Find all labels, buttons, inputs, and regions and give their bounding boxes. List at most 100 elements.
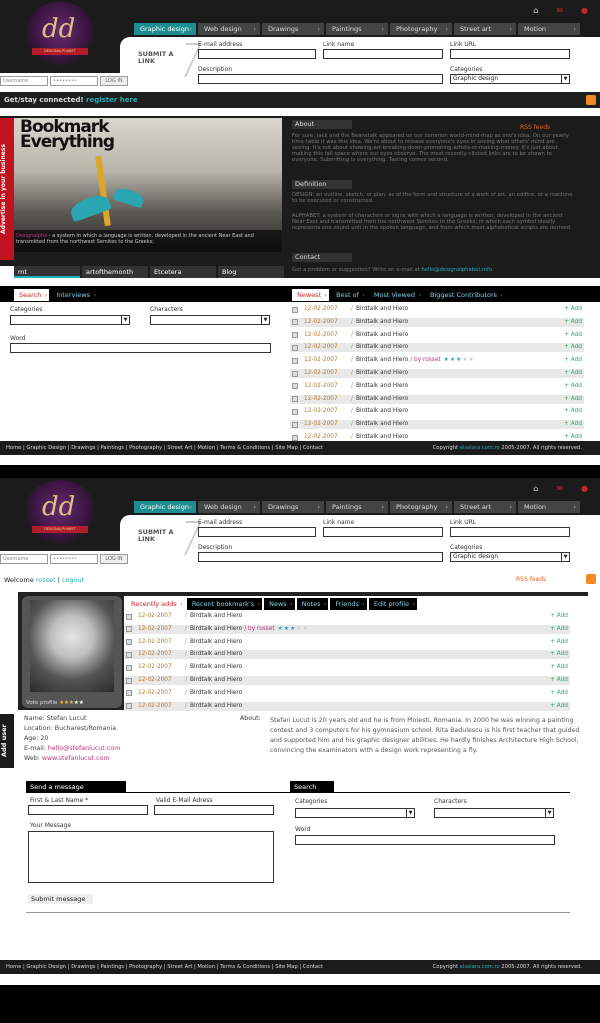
footer-link[interactable]: Photography [129, 964, 162, 970]
linkname-input[interactable] [323, 527, 443, 537]
home-icon[interactable]: ⌂ [533, 6, 538, 15]
tab-mt[interactable]: mt [14, 266, 80, 278]
footer-link[interactable]: Home [6, 964, 21, 970]
list-item[interactable]: 12-02-2007/Birdtalk and Hiero + Add [124, 650, 570, 660]
item-title[interactable]: Birdtalk and Hiero [356, 395, 408, 404]
footer-link[interactable]: Street Art [167, 964, 192, 970]
add-link[interactable]: + Add [564, 407, 582, 416]
tab-etcetera[interactable]: Etcetera [150, 266, 216, 278]
item-title[interactable]: Birdtalk and Hiero [190, 625, 242, 634]
username-input[interactable]: Username [0, 76, 48, 86]
item-title[interactable]: Birdtalk and Hiero [190, 676, 242, 685]
item-title[interactable]: Birdtalk and Hiero [356, 343, 408, 352]
item-author[interactable]: / by rosset [244, 625, 274, 634]
footer-link[interactable]: Home [6, 445, 21, 451]
checkbox[interactable] [292, 383, 298, 390]
category-photography[interactable]: Photography [390, 23, 452, 35]
linkname-input[interactable] [323, 49, 443, 59]
hero-image[interactable]: Bookmark Everything Designalpha - a syst… [14, 118, 282, 252]
item-title[interactable]: Birdtalk and Hiero [356, 382, 408, 391]
item-title[interactable]: Birdtalk and Hiero [190, 612, 242, 621]
footer-link[interactable]: Drawings [71, 964, 95, 970]
footer-link[interactable]: Contact [303, 964, 323, 970]
category-motion[interactable]: Motion [518, 501, 580, 513]
add-link[interactable]: + Add [550, 702, 568, 711]
vote-profile[interactable]: Vote profile ★★★★★ [26, 700, 84, 706]
footer-link[interactable]: Street Art [167, 445, 192, 451]
tab-notes[interactable]: Notes [296, 598, 329, 610]
list-item[interactable]: 12-02-2007/Birdtalk and Hiero + Add [124, 663, 570, 673]
username-input[interactable]: Username [0, 554, 48, 564]
footer-link[interactable]: Photography [129, 445, 162, 451]
checkbox[interactable] [126, 690, 132, 697]
search-word-input[interactable] [10, 343, 271, 353]
user-icon[interactable]: ● [581, 6, 588, 15]
add-link[interactable]: + Add [564, 382, 582, 391]
checkbox[interactable] [126, 639, 132, 646]
category-web-design[interactable]: Web design [198, 23, 260, 35]
category-paintings[interactable]: Paintings [326, 23, 388, 35]
tab-search-profile[interactable]: Search [290, 781, 334, 793]
advertise-tab[interactable]: Advertise in your business [0, 118, 14, 260]
rating-stars[interactable]: ★★★★★ [444, 356, 475, 365]
list-item[interactable]: 12-02-2007/Birdtalk and Hiero + Add [124, 688, 570, 698]
submit-message-button[interactable]: Submit message [28, 894, 94, 904]
linkurl-input[interactable] [450, 49, 570, 59]
footer-link[interactable]: Graphic Design [26, 445, 66, 451]
footer-link[interactable]: Paintings [101, 445, 125, 451]
register-link[interactable]: register here [86, 96, 138, 104]
list-item[interactable]: 12-02-2007/Birdtalk and Hiero + Add [290, 420, 584, 430]
mail-icon[interactable]: ✉ [556, 6, 563, 15]
item-title[interactable]: Birdtalk and Hiero [190, 650, 242, 659]
list-item[interactable]: 12-02-2007/Birdtalk and Hiero + Add [124, 612, 570, 621]
footer-link[interactable]: Motion [197, 445, 215, 451]
web-link[interactable]: www.stefanlucut.com [42, 755, 110, 762]
contact-email[interactable]: hello@designalphabet.info [421, 267, 492, 273]
site-logo[interactable]: dd DESIGNALPHABET [24, 2, 96, 66]
list-item[interactable]: 12-02-2007/Birdtalk and Hiero + Add [290, 381, 584, 391]
checkbox[interactable] [126, 664, 132, 671]
tab-blog[interactable]: Blog [218, 266, 284, 278]
item-title[interactable]: Birdtalk and Hiero [356, 305, 408, 314]
footer-link[interactable]: Contact [303, 445, 323, 451]
linkurl-input[interactable] [450, 527, 570, 537]
list-item[interactable]: 12-02-2007/Birdtalk and Hiero / by rosset… [290, 356, 584, 366]
item-title[interactable]: Birdtalk and Hiero [356, 420, 408, 429]
email-input[interactable] [198, 527, 316, 537]
list-item[interactable]: 12-02-2007/Birdtalk and Hiero + Add [290, 369, 584, 378]
search-categories-select[interactable]: ▼ [10, 315, 130, 325]
home-icon[interactable]: ⌂ [533, 484, 538, 493]
add-link[interactable]: + Add [564, 395, 582, 404]
email-link[interactable]: hello@stefanlucut.com [48, 745, 120, 752]
category-photography[interactable]: Photography [390, 501, 452, 513]
tab-search[interactable]: Search [14, 289, 50, 301]
category-drawings[interactable]: Drawings [262, 501, 324, 513]
list-item[interactable]: 12-02-2007/Birdtalk and Hiero + Add [290, 330, 584, 340]
checkbox[interactable] [292, 306, 298, 313]
profile-search-characters-select[interactable]: ▼ [434, 808, 554, 818]
checkbox[interactable] [292, 396, 298, 403]
rss-feeds-link[interactable]: RSS feeds [520, 124, 550, 131]
user-icon[interactable]: ● [581, 484, 588, 493]
add-link[interactable]: + Add [550, 676, 568, 685]
tab-news[interactable]: News [264, 598, 295, 610]
email-msg-input[interactable] [154, 805, 274, 815]
rating-stars[interactable]: ★★★★★ [278, 625, 309, 634]
list-item[interactable]: 12-02-2007/Birdtalk and Hiero + Add [124, 637, 570, 647]
categories-select[interactable]: Graphic design ▼ [450, 74, 570, 84]
list-item[interactable]: 12-02-2007/Birdtalk and Hiero + Add [290, 343, 584, 353]
checkbox[interactable] [126, 626, 132, 633]
list-item[interactable]: 12-02-2007/Birdtalk and Hiero + Add [290, 305, 584, 314]
mail-icon[interactable]: ✉ [556, 484, 563, 493]
footer-link[interactable]: Paintings [101, 964, 125, 970]
item-title[interactable]: Birdtalk and Hiero [356, 318, 408, 327]
checkbox[interactable] [292, 408, 298, 415]
footer-link[interactable]: Terms & Conditions [220, 445, 270, 451]
checkbox[interactable] [126, 613, 132, 620]
tab-friends[interactable]: Friends [330, 598, 367, 610]
footer-link[interactable]: Motion [197, 964, 215, 970]
item-title[interactable]: Birdtalk and Hiero [190, 702, 242, 711]
category-motion[interactable]: Motion [518, 23, 580, 35]
checkbox[interactable] [292, 421, 298, 428]
checkbox[interactable] [292, 332, 298, 339]
